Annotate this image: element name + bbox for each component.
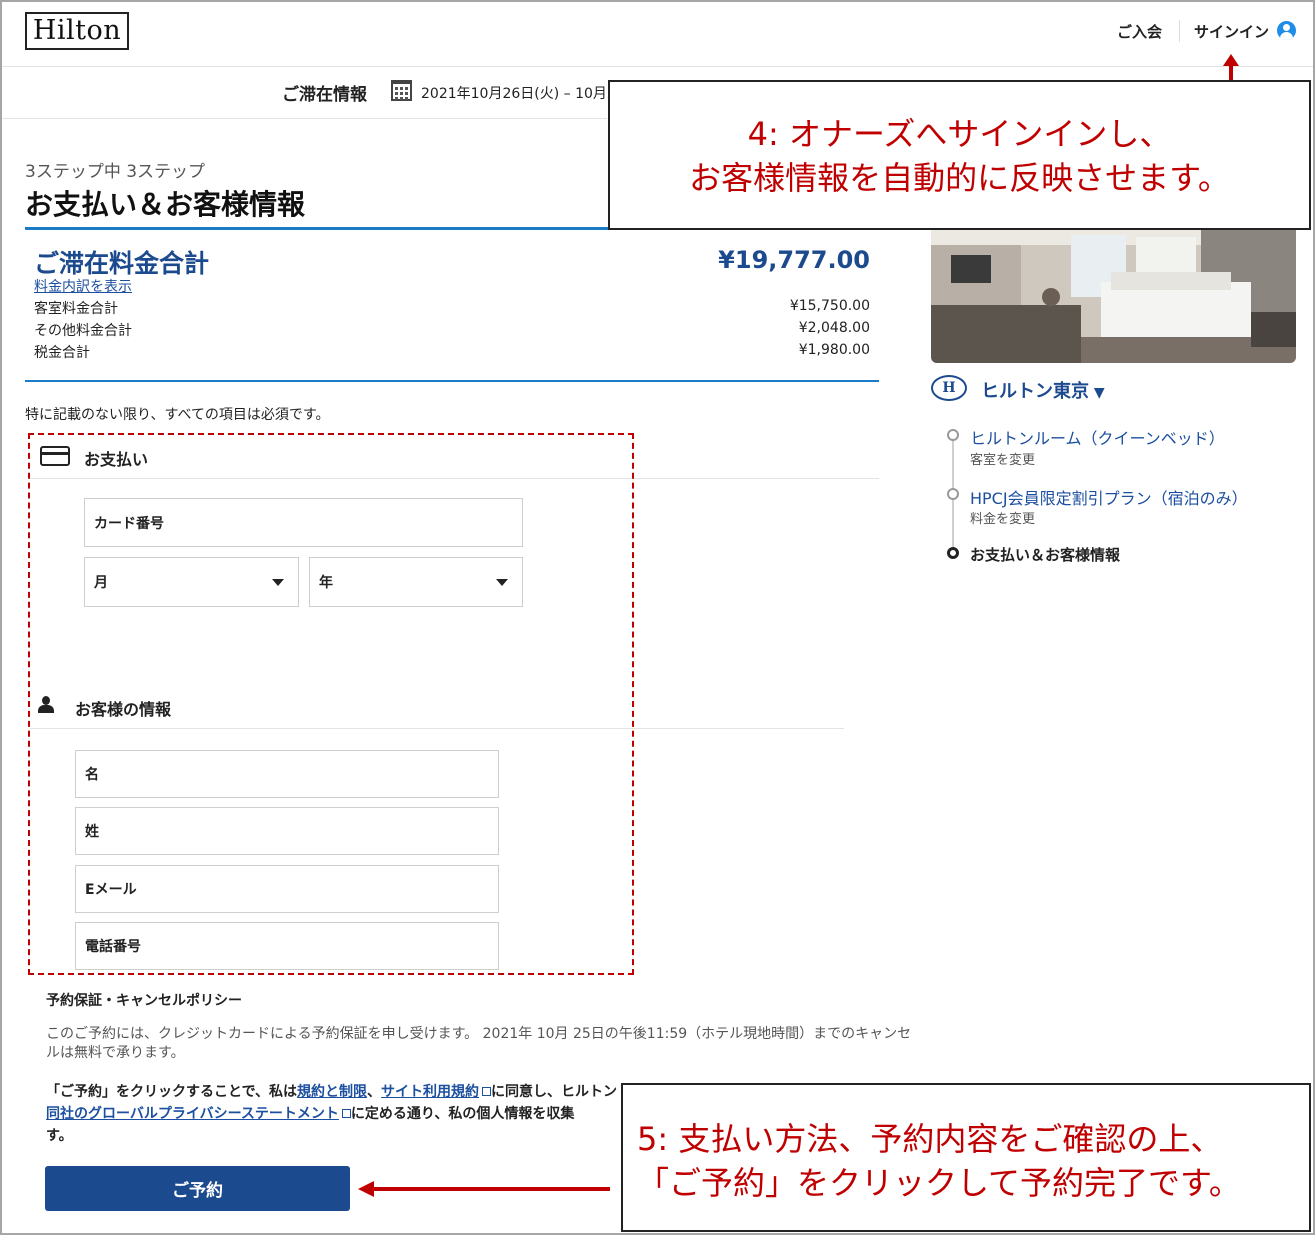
consent-part-1: 「ご予約」をクリックすることで、私は [46,1084,298,1100]
calendar-icon [391,80,412,101]
site-terms-link[interactable]: サイト利用規約 [381,1084,479,1100]
consent-text: 「ご予約」をクリックすることで、私は規約と制限、サイト利用規約 に同意し、ヒルトン… [46,1081,646,1147]
join-link[interactable]: ご入会 [1117,21,1162,42]
consent-part-4: に定める通り、私の個人情報を収集 [350,1106,575,1122]
total-label: ご滞在料金合計 [34,249,210,278]
hotel-room-photo [931,227,1296,363]
current-step-label: お支払い＆お客様情報 [970,546,1121,564]
rate-plan-link[interactable]: HPCJ会員限定割引プラン（宿泊のみ） [970,485,1248,509]
header-divider [1179,20,1180,42]
consent-part-5: す。 [46,1128,73,1144]
title-rule [25,227,610,230]
hilton-logo[interactable]: Hilton [25,12,129,50]
header-divider-line [2,66,1313,67]
other-total-value: ¥2,048.00 [798,320,870,336]
rate-breakdown-link[interactable]: 料金内訳を表示 [34,276,132,296]
room-total-label: 客室料金合計 [34,301,118,317]
hotel-name: ヒルトン東京 [981,381,1089,402]
other-total-label: その他料金合計 [34,323,132,339]
hotel-name-dropdown[interactable]: ヒルトン東京 ▼ [981,377,1105,403]
stepper-dot-room [947,429,959,441]
room-total-value: ¥15,750.00 [789,298,870,314]
change-rate-link[interactable]: 料金を変更 [970,508,1035,527]
summary-rule [25,380,879,382]
policy-text: このご予約には、クレジットカードによる予約保証を申し受けます。 2021年 10… [46,1026,912,1061]
stay-dates[interactable]: 2021年10月26日(火) – 10月27 [421,83,609,103]
step-progress: 3ステップ中 3ステップ [25,162,206,182]
tax-total-label: 税金合計 [34,345,90,361]
reserve-button[interactable]: ご予約 [45,1166,350,1211]
external-link-icon [341,1109,351,1118]
required-note: 特に記載のない限り、すべての項目は必須です。 [25,407,330,423]
annotation-4-line1: 4: オナーズへサインインし、 [747,115,1172,153]
caret-down-icon: ▼ [1089,385,1105,401]
consent-part-2: 、 [367,1084,382,1100]
consent-part-3: に同意し、ヒルトン [491,1084,618,1100]
stepper-dot-rate [947,488,959,500]
page-title: お支払い＆お客様情報 [25,188,306,221]
stay-info-label: ご滞在情報 [282,85,367,105]
annotation-5-line2: 「ご予約」をクリックして予約完了です。 [637,1164,1241,1202]
total-value: ¥19,777.00 [718,246,870,274]
signin-link[interactable]: サインイン [1194,21,1269,42]
room-type-link[interactable]: ヒルトンルーム（クイーンベッド） [970,425,1225,449]
stepper-dot-current [947,547,959,559]
highlight-box [28,433,634,975]
external-link-icon [482,1087,492,1096]
annotation-arrow-left [372,1187,610,1191]
annotation-callout-4: 4: オナーズへサインインし、 お客様情報を自動的に反映させます。 [608,80,1311,230]
terms-link[interactable]: 規約と制限 [297,1084,367,1100]
privacy-statement-link[interactable]: 同社のグローバルプライバシーステートメント [46,1106,339,1122]
change-room-link[interactable]: 客室を変更 [970,449,1035,468]
hilton-brand-icon: H [931,375,967,401]
annotation-5-line1: 5: 支払い方法、予約内容をご確認の上、 [637,1120,1223,1158]
annotation-callout-5: 5: 支払い方法、予約内容をご確認の上、 「ご予約」をクリックして予約完了です。 [621,1083,1311,1232]
tax-total-value: ¥1,980.00 [798,342,870,358]
policy-title: 予約保証・キャンセルポリシー [46,993,242,1009]
user-icon[interactable] [1277,21,1296,40]
annotation-4-line2: お客様情報を自動的に反映させます。 [689,159,1230,197]
stay-bar-divider [2,118,607,119]
